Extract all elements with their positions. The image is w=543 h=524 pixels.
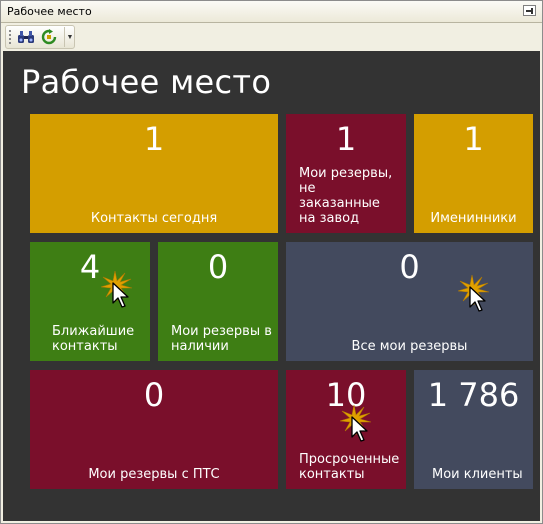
tile-label: Просроченные контакты [299,452,400,482]
tile-label: Мои резервы, не заказанные на завод [299,166,393,226]
click-cursor-icon [101,270,133,308]
binoculars-icon [18,31,34,43]
click-cursor-icon [340,404,372,442]
search-button[interactable] [16,28,36,46]
toolbar: ▼ [1,23,542,51]
dashboard-panel: Рабочее место 1 Контакты сегодня 1 Мои р… [3,51,540,521]
tile-label: Контакты сегодня [90,211,218,226]
page-title: Рабочее место [21,63,272,101]
tile-label: Мои резервы с ПТС [88,467,220,482]
toolbar-grip[interactable] [9,30,11,45]
refresh-icon [41,29,57,45]
pin-icon[interactable] [523,5,536,16]
title-bar: Рабочее место [1,1,542,23]
tile-count: 1 786 [427,376,520,414]
tile-birthdays[interactable]: 1 Именинники [414,114,533,233]
window-title: Рабочее место [7,5,92,18]
click-cursor-icon [458,274,490,312]
tile-my-reserves-in-stock[interactable]: 0 Мои резервы в наличии [158,242,278,361]
tile-label: Ближайшие контакты [52,324,135,354]
tile-count: 0 [143,376,165,414]
tile-count: 1 [463,120,484,158]
toolbar-overflow-dropdown[interactable]: ▼ [64,27,75,47]
tile-label: Все мои резервы [351,339,468,354]
tile-my-clients[interactable]: 1 786 Мои клиенты [414,370,533,489]
toolbar-strip: ▼ [5,25,75,49]
tile-my-reserves-not-ordered[interactable]: 1 Мои резервы, не заказанные на завод [286,114,406,233]
tile-my-reserves-with-pts[interactable]: 0 Мои резервы с ПТС [30,370,278,489]
tile-label: Мои резервы в наличии [171,324,272,354]
tile-contacts-today[interactable]: 1 Контакты сегодня [30,114,278,233]
tile-label: Именинники [430,211,517,226]
workspace-window: Рабочее место ▼ Рабочее место 1 Контакты… [0,0,543,524]
tile-count: 1 [335,120,357,158]
tile-label: Мои клиенты [432,467,523,482]
tile-count: 0 [207,248,229,286]
tile-count: 1 [143,120,165,158]
refresh-button[interactable] [39,28,59,46]
